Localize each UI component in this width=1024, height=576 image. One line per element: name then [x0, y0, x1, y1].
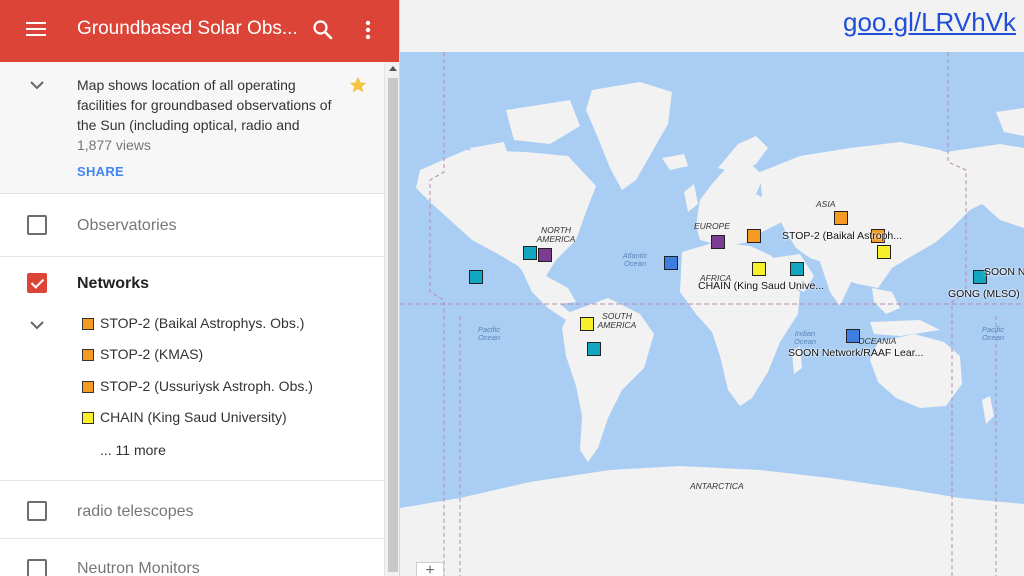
map-marker-chain[interactable]	[580, 317, 594, 331]
map-marker-chain[interactable]	[752, 262, 766, 276]
layer-radio-telescopes-label[interactable]: radio telescopes	[77, 503, 194, 521]
layer-observatories: Observatories	[0, 195, 384, 257]
ocean-label-pacific: Pacific Ocean	[981, 325, 1005, 342]
map-marker-gong[interactable]	[790, 262, 804, 276]
layer-networks-checkbox[interactable]	[27, 273, 47, 293]
network-item-label: STOP-2 (Ussuriysk Astroph. Obs.)	[100, 378, 313, 394]
search-icon[interactable]	[311, 18, 335, 42]
network-item-label: CHAIN (King Saud University)	[100, 409, 287, 425]
network-item-label: STOP-2 (KMAS)	[100, 346, 204, 362]
ocean-label-indian: Indian Ocean	[793, 329, 817, 346]
map-sidebar: Groundbased Solar Obs... Map shows locat…	[0, 0, 400, 576]
layer-networks-label[interactable]: Networks	[77, 275, 149, 293]
layer-observatories-checkbox[interactable]	[27, 215, 47, 235]
layer-neutron-monitors-checkbox[interactable]	[27, 559, 47, 576]
map-description-card: Map shows location of all operating faci…	[0, 62, 384, 194]
map-marker-soon[interactable]	[664, 256, 678, 270]
hamburger-menu-icon[interactable]	[26, 19, 48, 41]
scrollbar-thumb[interactable]	[388, 78, 398, 572]
region-label-asia: ASIA	[816, 199, 836, 209]
region-label-oceania: OCEANIA	[858, 336, 897, 346]
map-marker-gong[interactable]	[523, 246, 537, 260]
layer-networks: Networks	[0, 257, 384, 479]
more-options-icon[interactable]	[358, 18, 378, 42]
ocean-label-atlantic: Atlantic Ocean	[622, 251, 648, 268]
view-count: 1,877 views	[77, 137, 151, 153]
marker-label: SOON N	[984, 266, 1024, 278]
short-link[interactable]: goo.gl/LRVhVk	[843, 7, 1016, 38]
marker-swatch	[82, 381, 94, 393]
show-more-link[interactable]: ... 11 more	[100, 442, 166, 458]
marker-label: STOP-2 (Baikal Astroph...	[782, 230, 903, 242]
map-marker-gong[interactable]	[469, 270, 483, 284]
app-bar: Groundbased Solar Obs...	[0, 0, 399, 62]
marker-label: CHAIN (King Saud Unive...	[698, 280, 825, 292]
region-label-antarctica: ANTARCTICA	[690, 481, 744, 491]
ocean-label-pacific: Pacific Ocean	[477, 325, 501, 342]
marker-label: SOON Network/RAAF Lear...	[788, 347, 924, 359]
marker-label: GONG (MLSO)	[948, 288, 1020, 300]
map-marker-soon[interactable]	[846, 329, 860, 343]
map-marker-chain[interactable]	[877, 245, 891, 259]
map-marker[interactable]	[711, 235, 725, 249]
zoom-in-button[interactable]: +	[416, 562, 444, 576]
region-label-europe: EUROPE	[694, 221, 730, 231]
world-map[interactable]: NORTH AMERICA SOUTH AMERICA EUROPE AFRIC…	[400, 52, 1024, 576]
map-marker-stop2[interactable]	[747, 229, 761, 243]
map-marker-gong[interactable]	[587, 342, 601, 356]
map-top-bar: goo.gl/LRVhVk	[400, 0, 1024, 52]
map-marker[interactable]	[538, 248, 552, 262]
layer-neutron-monitors: Neutron Monitors	[0, 539, 384, 576]
marker-swatch	[82, 318, 94, 330]
layer-neutron-monitors-label[interactable]: Neutron Monitors	[77, 560, 200, 576]
network-item-label: STOP-2 (Baikal Astrophys. Obs.)	[100, 315, 305, 331]
region-label-south-america: SOUTH AMERICA	[597, 311, 637, 330]
layer-radio-telescopes: radio telescopes	[0, 481, 384, 539]
map-basemap	[400, 52, 1024, 576]
map-marker-stop2[interactable]	[834, 211, 848, 225]
scroll-up-arrow-icon[interactable]	[389, 66, 397, 71]
layer-radio-telescopes-checkbox[interactable]	[27, 501, 47, 521]
sidebar-scrollbar[interactable]	[384, 62, 399, 576]
layer-observatories-label[interactable]: Observatories	[77, 217, 177, 235]
marker-swatch	[82, 412, 94, 424]
marker-swatch	[82, 349, 94, 361]
expand-chevron-icon[interactable]	[28, 319, 46, 331]
map-description: Map shows location of all operating faci…	[77, 77, 332, 133]
collapse-chevron-icon[interactable]	[28, 78, 46, 92]
map-title: Groundbased Solar Obs...	[77, 18, 298, 39]
region-label-north-america: NORTH AMERICA	[536, 225, 576, 244]
star-icon[interactable]	[348, 75, 368, 95]
share-button[interactable]: SHARE	[77, 164, 124, 179]
